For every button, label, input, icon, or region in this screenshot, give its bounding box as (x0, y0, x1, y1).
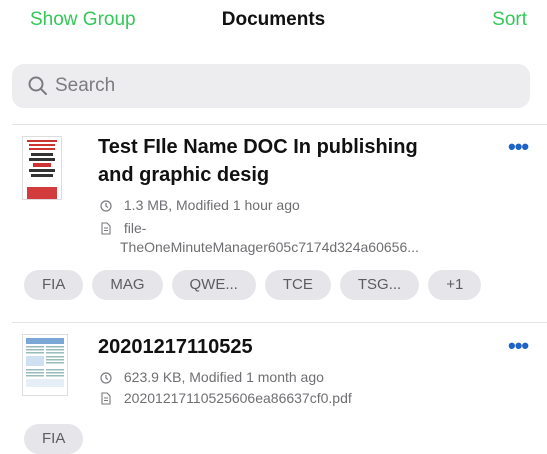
tag-chip[interactable]: QWE... (171, 270, 256, 300)
divider (12, 124, 547, 125)
tag-more-chip[interactable]: +1 (428, 270, 482, 300)
search-icon (28, 76, 47, 95)
file-path: file- (100, 219, 146, 239)
file-name-line-2: and graphic desig (98, 164, 270, 186)
tag-list: FIA (24, 424, 84, 454)
tag-chip[interactable]: MAG (92, 270, 163, 300)
clock-icon (100, 198, 114, 216)
tag-list: FIA MAG QWE... TCE TSG... +1 (24, 270, 482, 300)
document-icon (100, 391, 114, 409)
nav-bar: Show Group Documents Sort (0, 0, 547, 44)
file-name: 20201217110525 (98, 336, 253, 358)
search-input[interactable]: Search (12, 64, 530, 108)
clock-icon (100, 370, 114, 388)
page-title: Documents (221, 9, 326, 30)
file-path-line: 20201217110525606ea86637cf0.pdf (123, 390, 352, 406)
more-options-button[interactable]: ••• (508, 134, 529, 160)
book-cover-thumbnail (22, 136, 62, 200)
tag-chip[interactable]: FIA (24, 424, 84, 454)
file-path-line-1: file- (123, 220, 147, 236)
file-size-modified: 1.3 MB, Modified 1 hour ago (123, 197, 300, 213)
file-size-modified: 623.9 KB, Modified 1 month ago (123, 369, 324, 385)
pdf-thumbnail (22, 334, 68, 396)
file-path: 20201217110525606ea86637cf0.pdf (100, 389, 352, 409)
file-meta: 1.3 MB, Modified 1 hour ago (100, 196, 300, 216)
divider (12, 322, 547, 323)
tag-chip[interactable]: FIA (24, 270, 84, 300)
sort-button[interactable]: Sort (492, 9, 527, 31)
document-icon (100, 221, 114, 239)
more-options-button[interactable]: ••• (508, 333, 529, 359)
book-cover-image (23, 137, 61, 199)
tag-chip[interactable]: TSG... (339, 270, 420, 300)
pdf-page-image (23, 335, 67, 395)
file-meta: 623.9 KB, Modified 1 month ago (100, 368, 324, 388)
search-placeholder: Search (55, 75, 116, 96)
file-path-line-2: TheOneMinuteManager605c7174d324a60656... (120, 239, 419, 255)
tag-chip[interactable]: TCE (264, 270, 331, 300)
file-name-line-1: Test FIle Name DOC In publishing (98, 136, 418, 158)
